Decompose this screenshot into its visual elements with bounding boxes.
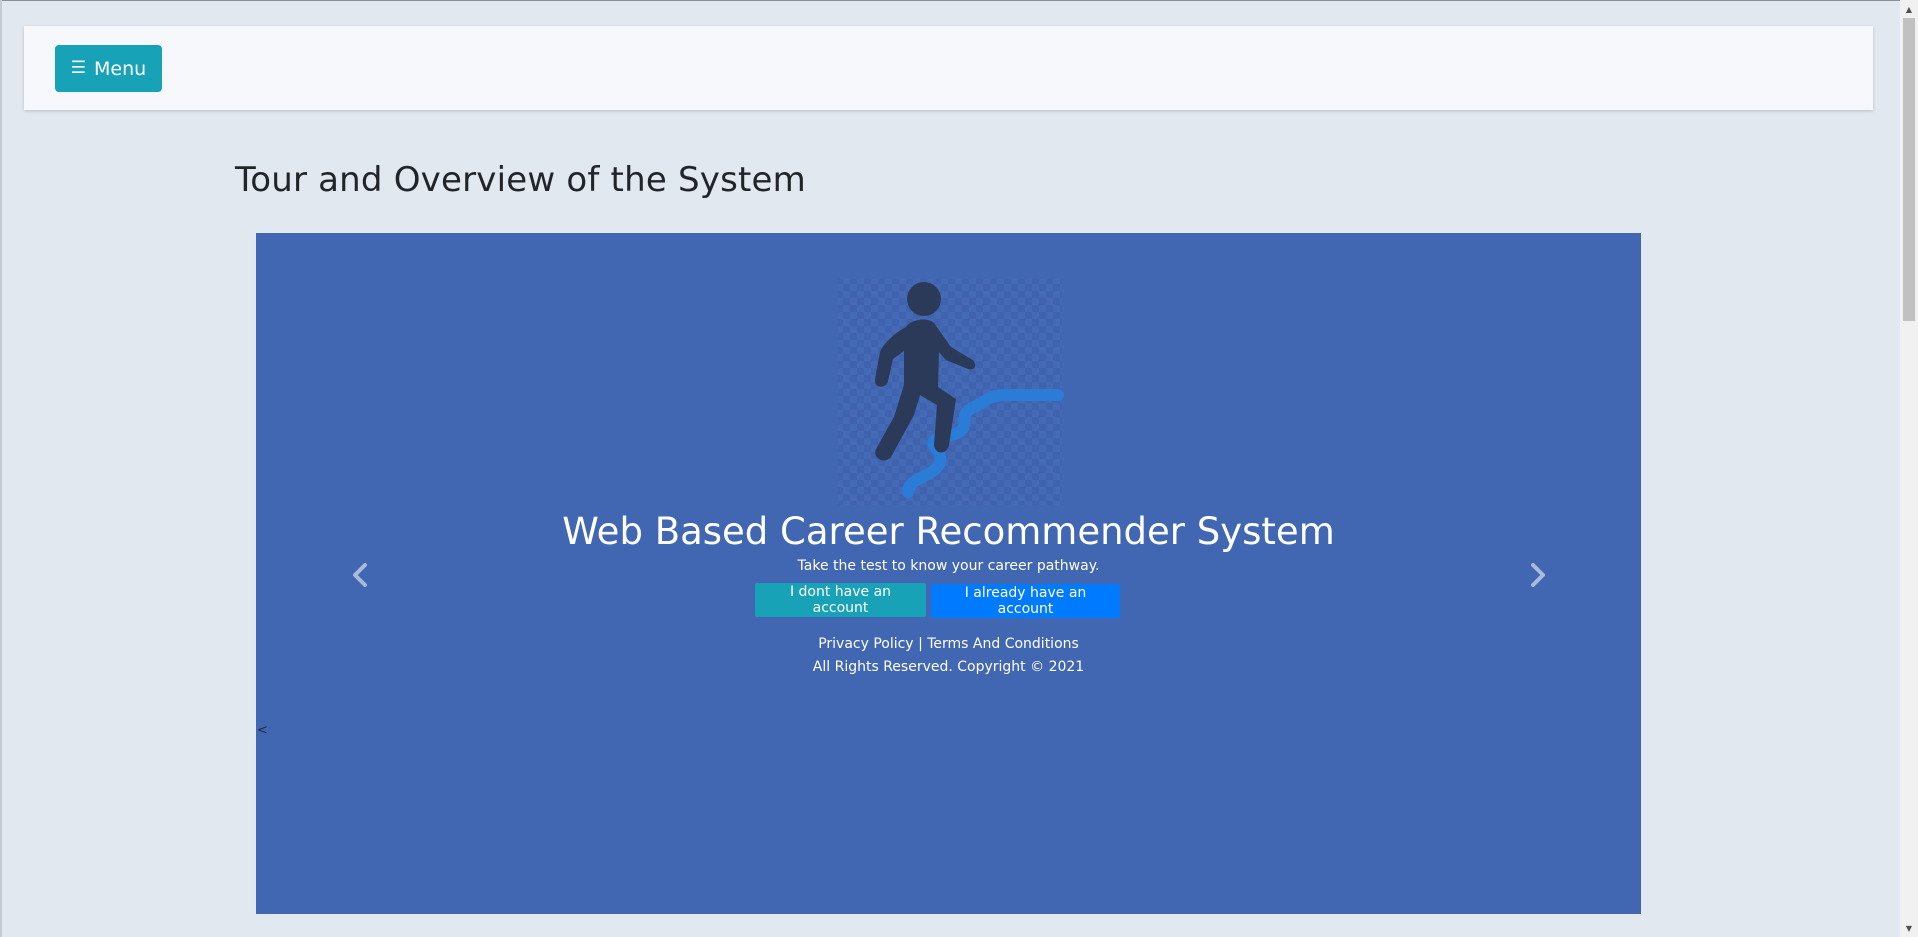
privacy-policy-link[interactable]: Privacy Policy <box>818 636 913 652</box>
tour-carousel: Web Based Career Recommender System Take… <box>256 233 1641 914</box>
hero-title: Web Based Career Recommender System <box>562 510 1335 553</box>
hamburger-icon: ☰ <box>70 58 87 78</box>
scrollbar-thumb[interactable] <box>1903 18 1915 321</box>
top-navbar: ☰ Menu <box>24 26 1873 110</box>
carousel-next-button[interactable] <box>1518 555 1558 595</box>
hero-subtitle: Take the test to know your career pathwa… <box>797 558 1100 574</box>
copyright-text: All Rights Reserved. Copyright © 2021 <box>812 659 1085 675</box>
chevron-right-icon <box>1531 563 1545 587</box>
menu-button[interactable]: ☰ Menu <box>55 45 162 92</box>
page-title: Tour and Overview of the System <box>235 160 806 200</box>
terms-link[interactable]: Terms And Conditions <box>927 636 1079 652</box>
footer-link-separator: | <box>918 636 923 652</box>
window-top-border <box>0 0 1918 1</box>
footer-links: Privacy Policy | Terms And Conditions <box>256 636 1641 652</box>
login-button[interactable]: I already have an account <box>931 584 1120 618</box>
register-button[interactable]: I dont have an account <box>755 583 926 617</box>
page-scrollbar[interactable]: ▲ ▼ <box>1900 0 1918 937</box>
carousel-prev-button[interactable] <box>340 555 380 595</box>
stray-text: < <box>257 723 268 738</box>
chevron-left-icon <box>353 563 367 587</box>
scroll-down-arrow-icon[interactable]: ▼ <box>1900 919 1918 937</box>
hero-button-group: I dont have an account I already have an… <box>256 583 1641 618</box>
window-left-border <box>0 0 2 937</box>
menu-button-label: Menu <box>94 57 147 80</box>
scroll-up-arrow-icon[interactable]: ▲ <box>1900 0 1918 18</box>
career-stairs-climber-icon <box>838 279 1064 505</box>
